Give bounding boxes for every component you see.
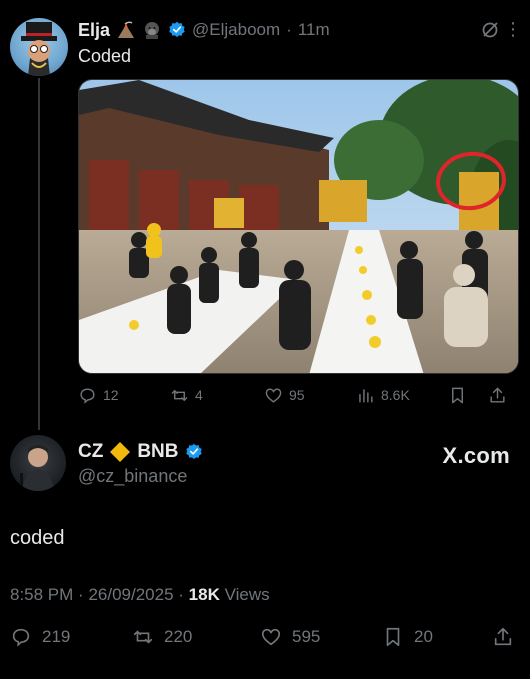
retweet-count: 4 (195, 387, 203, 403)
bnb-diamond-icon (110, 442, 131, 462)
retweet-button[interactable]: 220 (132, 626, 260, 648)
avatar-cz-art (20, 445, 54, 491)
reply-button[interactable]: 12 (78, 386, 170, 405)
retweet-button[interactable]: 4 (170, 386, 264, 405)
like-count: 95 (289, 387, 305, 403)
avatar-elja-art (21, 22, 57, 76)
tweet2-views-count: 18K (188, 585, 220, 604)
retweet-icon (133, 630, 153, 644)
tweet2-text: coded (10, 527, 65, 549)
reply-icon (80, 387, 95, 404)
bookmark-icon (386, 627, 400, 647)
reply-count: 12 (103, 387, 119, 403)
share-button[interactable] (492, 626, 516, 648)
tweet1-time[interactable]: 11m (298, 20, 330, 40)
dot-separator: · (78, 585, 89, 604)
tweet2-name-suffix[interactable]: BNB (137, 441, 178, 463)
tweet1-name[interactable]: Elja (78, 20, 110, 41)
views-icon (359, 388, 373, 403)
retweet-count: 220 (164, 627, 193, 646)
reply-count: 219 (42, 627, 71, 646)
tweet2-handle[interactable]: @cz_binance (78, 466, 187, 487)
tweet2-meta: 8:58 PM · 26/09/2025 · 18K Views (10, 585, 270, 605)
share-button[interactable] (488, 386, 512, 405)
bookmark-icon (452, 387, 463, 403)
xcom-badge: X.com (442, 443, 510, 468)
reply-icon (12, 628, 30, 647)
heart-icon (261, 628, 281, 646)
share-icon (490, 387, 505, 403)
tweet1-handle[interactable]: @Eljaboom (192, 20, 280, 40)
views-count: 8.6K (381, 387, 410, 403)
tweet2-name[interactable]: CZ (78, 441, 103, 463)
views-button[interactable]: 8.6K (356, 386, 448, 405)
grok-icon[interactable] (480, 20, 500, 40)
verified-badge-icon (185, 443, 202, 460)
tweet2-actions: 219 220 595 20 (10, 624, 516, 650)
tweet1-header: Elja @Eljaboom · 11m (78, 19, 330, 41)
retweet-icon (171, 389, 188, 401)
tweet1-photo[interactable] (78, 79, 519, 374)
like-button[interactable]: 595 (260, 626, 382, 648)
reply-button[interactable]: 219 (10, 626, 132, 648)
tweet2-header: CZ BNB (78, 440, 203, 464)
avatar-elja[interactable] (10, 18, 68, 76)
verified-badge-icon (169, 21, 185, 38)
dot-separator: · (178, 585, 189, 604)
more-options-icon[interactable]: ⋮ (504, 20, 522, 40)
bookmark-button[interactable]: 20 (382, 626, 492, 648)
event-photo-art (79, 80, 518, 373)
share-icon (494, 627, 512, 646)
dot-separator: · (286, 20, 292, 39)
tweet1-actions: 12 4 95 8.6K (78, 382, 518, 408)
avatar-cz[interactable] (10, 435, 66, 491)
like-count: 595 (292, 627, 321, 646)
tweet1-text: Coded (78, 46, 132, 66)
tweet2-date[interactable]: 26/09/2025 (88, 585, 173, 604)
volcano-emoji-icon (118, 21, 135, 38)
heart-icon (265, 387, 282, 403)
bookmark-count: 20 (414, 627, 433, 646)
gorilla-emoji-icon (145, 22, 160, 39)
tweet2-time[interactable]: 8:58 PM (10, 585, 73, 604)
like-button[interactable]: 95 (264, 386, 356, 405)
tweet2-views-label: Views (224, 585, 270, 604)
bookmark-button[interactable] (448, 386, 488, 405)
thread-connector-line (38, 78, 40, 430)
